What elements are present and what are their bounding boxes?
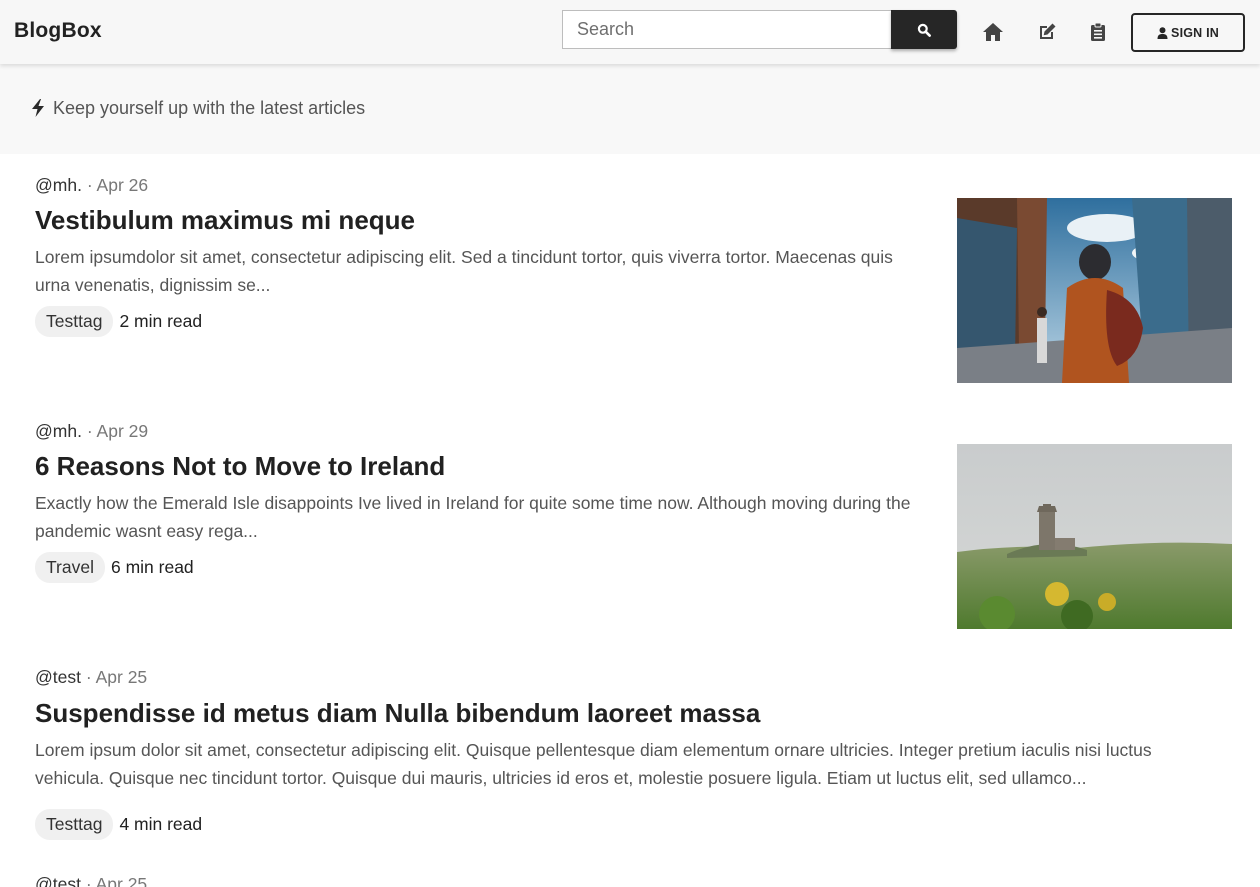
article-meta: @mh. · Apr 26 (35, 175, 149, 195)
article-thumbnail[interactable] (957, 444, 1232, 629)
article-meta: @test · Apr 25 (35, 874, 147, 887)
article-date: Apr 25 (95, 874, 148, 887)
article-meta: @mh. · Apr 29 (35, 421, 149, 441)
read-time: 4 min read (119, 814, 203, 834)
search-icon (917, 23, 931, 37)
banner-text: Keep yourself up with the latest article… (53, 98, 366, 118)
article-thumbnail[interactable] (957, 198, 1232, 383)
search-button[interactable] (891, 10, 957, 49)
edit-icon (1040, 23, 1056, 39)
home-icon (983, 23, 1003, 41)
navbar: BlogBox SIGN IN (0, 0, 1260, 64)
read-time: 2 min read (119, 311, 203, 331)
clipboard-nav-button[interactable] (1087, 21, 1109, 43)
home-nav-button[interactable] (982, 21, 1004, 43)
castle-landscape-photo (957, 444, 1232, 629)
excerpt-line: Lorem ipsumdolor sit amet, consectetur a… (35, 247, 893, 267)
article-footer: Travel 6 min read (35, 552, 194, 583)
article-title[interactable]: Vestibulum maximus mi neque (35, 205, 415, 236)
excerpt-line: Exactly how the Emerald Isle disappoints… (35, 493, 911, 513)
read-time: 6 min read (110, 557, 194, 577)
article-date: Apr 26 (96, 175, 149, 195)
article-footer: Testtag 4 min read (35, 809, 202, 840)
search-input[interactable] (562, 10, 892, 49)
article-title[interactable]: Suspendisse id metus diam Nulla bibendum… (35, 698, 760, 729)
article-title[interactable]: 6 Reasons Not to Move to Ireland (35, 451, 445, 482)
article-excerpt: Lorem ipsum dolor sit amet, consectetur … (35, 736, 1152, 792)
write-nav-button[interactable] (1036, 21, 1058, 43)
article-author[interactable]: @test (35, 667, 81, 687)
article-tag[interactable]: Testtag (35, 809, 114, 840)
sign-in-label: SIGN IN (1171, 25, 1219, 40)
excerpt-line: vehicula. Quisque nec tincidunt tortor. … (35, 768, 1087, 788)
article-tag[interactable]: Travel (35, 552, 105, 583)
article-date: Apr 29 (96, 421, 149, 441)
sign-in-button[interactable]: SIGN IN (1131, 13, 1245, 52)
article-date: Apr 25 (95, 667, 148, 687)
city-street-photo (957, 198, 1232, 383)
article-tag[interactable]: Testtag (35, 306, 114, 337)
bolt-icon (32, 99, 44, 117)
article-author[interactable]: @mh. (35, 421, 82, 441)
user-icon (1157, 26, 1168, 39)
article-footer: Testtag 2 min read (35, 306, 202, 337)
article-excerpt: Lorem ipsumdolor sit amet, consectetur a… (35, 243, 893, 299)
brand-logo[interactable]: BlogBox (14, 19, 102, 43)
excerpt-line: pandemic wasnt easy rega... (35, 521, 258, 541)
article-author[interactable]: @mh. (35, 175, 82, 195)
article-meta: @test · Apr 25 (35, 667, 148, 687)
article-author[interactable]: @test (35, 874, 81, 887)
clipboard-icon (1091, 22, 1105, 41)
excerpt-line: urna venenatis, dignissim se... (35, 275, 271, 295)
article-excerpt: Exactly how the Emerald Isle disappoints… (35, 489, 910, 545)
excerpt-line: Lorem ipsum dolor sit amet, consectetur … (35, 740, 1152, 760)
